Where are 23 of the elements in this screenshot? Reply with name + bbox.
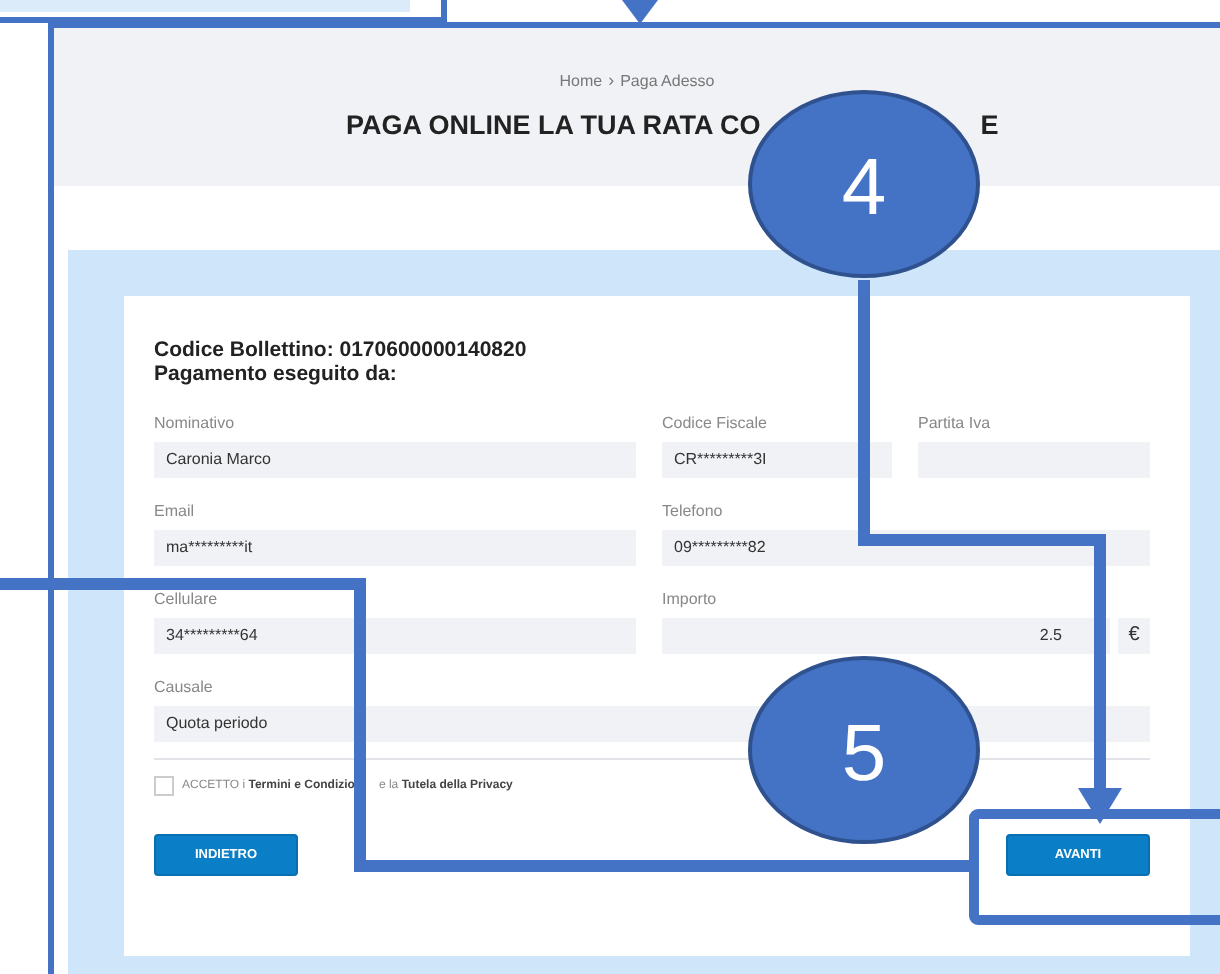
checkbox[interactable]: [154, 776, 174, 796]
input-field[interactable]: 2.5: [662, 618, 1110, 654]
page-title: PAGA ONLINE LA TUA RATA CO: [346, 110, 761, 140]
step-marker-overlay: 5: [748, 656, 980, 844]
breadcrumb-item: Paga Adesso: [620, 71, 715, 89]
section-heading: Pagamento eseguito da:: [154, 362, 399, 386]
field-label: Telefono: [662, 502, 725, 524]
input-field[interactable]: 34*********64: [154, 618, 636, 654]
field-label: Email: [154, 502, 197, 524]
field-label: Cellulare: [154, 590, 220, 612]
input-field[interactable]: Caronia Marco: [154, 442, 636, 478]
input-field[interactable]: ma*********it: [154, 530, 636, 566]
currency-addon: €: [1118, 618, 1150, 654]
field-label: Partita Iva: [918, 414, 993, 436]
field-label: Causale: [154, 678, 215, 700]
page-title: E: [980, 110, 999, 140]
input-field[interactable]: CR*********3I: [662, 442, 892, 478]
breadcrumb-item[interactable]: Home: [559, 71, 603, 89]
bill-code: Codice Bollettino: 0170600000140820: [154, 338, 529, 362]
field-label: Codice Fiscale: [662, 414, 769, 436]
field-label: Nominativo: [154, 414, 237, 436]
field-label: Importo: [662, 590, 719, 612]
chevron-icon: ›: [608, 70, 615, 90]
